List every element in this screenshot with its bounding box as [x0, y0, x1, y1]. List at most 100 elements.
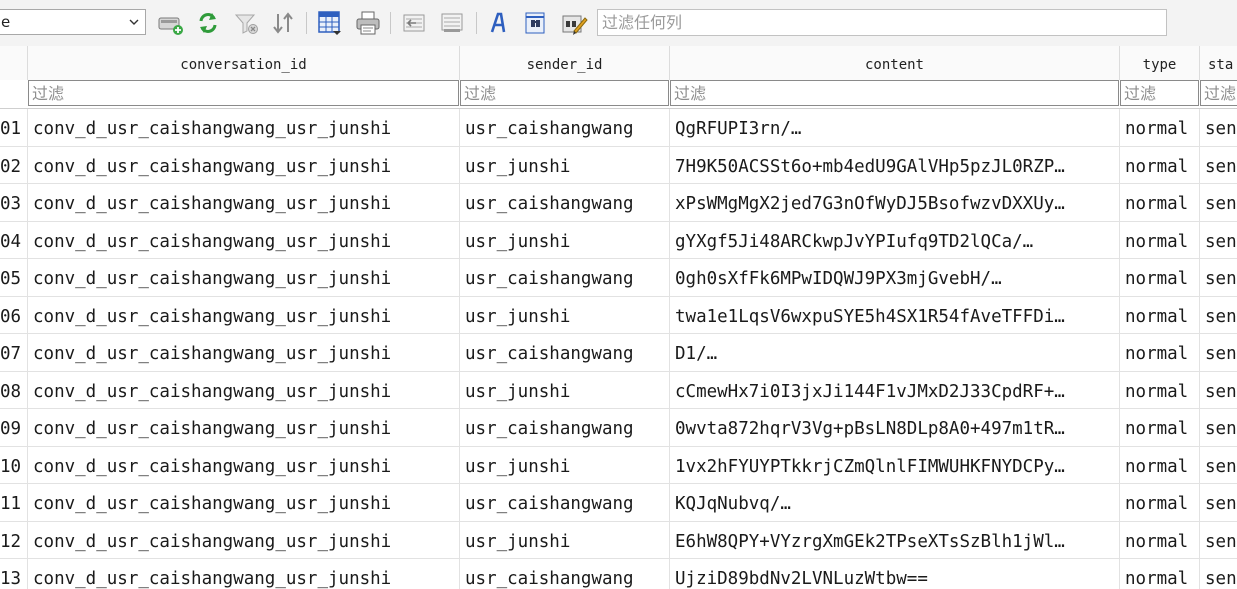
- cell-conversation-id[interactable]: conv_d_usr_caishangwang_usr_junshi: [28, 484, 460, 521]
- table-row[interactable]: 12 conv_d_usr_caishangwang_usr_junshi usr_…: [0, 521, 1237, 559]
- cell-conversation-id[interactable]: conv_d_usr_caishangwang_usr_junshi: [28, 146, 460, 184]
- cell-conversation-id[interactable]: conv_d_usr_caishangwang_usr_junshi: [28, 221, 460, 259]
- cell-type[interactable]: normal: [1120, 521, 1200, 559]
- column-header-content[interactable]: content: [670, 46, 1120, 80]
- insert-record-button[interactable]: [156, 9, 184, 37]
- cell-sender-id[interactable]: usr_caishangwang: [460, 334, 670, 371]
- find-button[interactable]: [522, 9, 550, 37]
- table-row[interactable]: 10 conv_d_usr_caishangwang_usr_junshi usr_…: [0, 446, 1237, 484]
- row-number-cell[interactable]: 10: [0, 446, 28, 484]
- table-row[interactable]: 09 conv_d_usr_caishangwang_usr_junshi usr_…: [0, 409, 1237, 447]
- refresh-button[interactable]: [194, 9, 222, 37]
- cell-status[interactable]: sen: [1200, 409, 1237, 446]
- cell-sender-id[interactable]: usr_junshi: [460, 371, 670, 409]
- cell-type[interactable]: normal: [1120, 446, 1200, 484]
- filter-input-conversation-id[interactable]: [28, 80, 459, 106]
- cell-status[interactable]: sen: [1200, 559, 1237, 589]
- table-row[interactable]: 02 conv_d_usr_caishangwang_usr_junshi usr_…: [0, 146, 1237, 184]
- column-header-conversation-id[interactable]: conversation_id: [28, 46, 460, 80]
- cell-status[interactable]: sen: [1200, 484, 1237, 521]
- table-row[interactable]: 11 conv_d_usr_caishangwang_usr_junshi usr_…: [0, 484, 1237, 522]
- cell-content[interactable]: KQJqNubvq/…: [670, 484, 1120, 521]
- cell-conversation-id[interactable]: conv_d_usr_caishangwang_usr_junshi: [28, 559, 460, 589]
- cell-status[interactable]: sen: [1200, 147, 1237, 184]
- cell-type[interactable]: normal: [1120, 221, 1200, 259]
- cell-conversation-id[interactable]: conv_d_usr_caishangwang_usr_junshi: [28, 371, 460, 409]
- cell-conversation-id[interactable]: conv_d_usr_caishangwang_usr_junshi: [28, 296, 460, 334]
- cell-content[interactable]: 0wvta872hqrV3Vg+pBsLN8DLp8A0+497m1tR…: [670, 409, 1120, 446]
- filter-input-status[interactable]: [1200, 80, 1237, 106]
- table-row[interactable]: 05 conv_d_usr_caishangwang_usr_junshi usr_…: [0, 259, 1237, 297]
- column-header-type[interactable]: type: [1120, 46, 1200, 80]
- filter-input-type[interactable]: [1120, 80, 1199, 106]
- cell-conversation-id[interactable]: conv_d_usr_caishangwang_usr_junshi: [28, 109, 460, 146]
- table-row[interactable]: 04 conv_d_usr_caishangwang_usr_junshi usr_…: [0, 221, 1237, 259]
- cell-content[interactable]: 0gh0sXfFk6MPwIDQWJ9PX3mjGvebH/…: [670, 259, 1120, 296]
- table-row[interactable]: 03 conv_d_usr_caishangwang_usr_junshi usr_…: [0, 184, 1237, 222]
- cell-type[interactable]: normal: [1120, 484, 1200, 521]
- table-select[interactable]: e: [0, 9, 146, 35]
- clear-filters-button[interactable]: [232, 9, 260, 37]
- row-number-cell[interactable]: 13: [0, 559, 28, 589]
- column-header-status[interactable]: sta: [1200, 46, 1237, 80]
- cell-status[interactable]: sen: [1200, 222, 1237, 259]
- table-row[interactable]: 06 conv_d_usr_caishangwang_usr_junshi usr_…: [0, 296, 1237, 334]
- row-number-cell[interactable]: 12: [0, 521, 28, 559]
- sort-button[interactable]: [270, 9, 298, 37]
- cell-type[interactable]: normal: [1120, 259, 1200, 296]
- cell-sender-id[interactable]: usr_junshi: [460, 221, 670, 259]
- cell-status[interactable]: sen: [1200, 334, 1237, 371]
- row-number-cell[interactable]: 02: [0, 146, 28, 184]
- row-number-cell[interactable]: 04: [0, 221, 28, 259]
- cell-content[interactable]: UjziD89bdNv2LVNLuzWtbw==: [670, 559, 1120, 589]
- cell-content[interactable]: 1vx2hFYUYPTkkrjCZmQlnlFIMWUHKFNYDCPy…: [670, 446, 1120, 484]
- cell-status[interactable]: sen: [1200, 297, 1237, 334]
- row-number-cell[interactable]: 11: [0, 484, 28, 521]
- edit-pragmas-button[interactable]: [560, 9, 588, 37]
- cell-sender-id[interactable]: usr_caishangwang: [460, 259, 670, 296]
- cell-status[interactable]: sen: [1200, 109, 1237, 146]
- import-button[interactable]: [438, 9, 466, 37]
- cell-type[interactable]: normal: [1120, 109, 1200, 146]
- cell-status[interactable]: sen: [1200, 259, 1237, 296]
- cell-sender-id[interactable]: usr_caishangwang: [460, 184, 670, 221]
- cell-content[interactable]: cCmewHx7i0I3jxJi144F1vJMxD2J33CpdRF+…: [670, 371, 1120, 409]
- filter-input-sender-id[interactable]: [460, 80, 669, 106]
- row-number-cell[interactable]: 03: [0, 184, 28, 221]
- cell-content[interactable]: 7H9K50ACSSt6o+mb4edU9GAlVHp5pzJL0RZP…: [670, 146, 1120, 184]
- cell-content[interactable]: D1/…: [670, 334, 1120, 371]
- cell-content[interactable]: twa1e1LqsV6wxpuSYE5h4SX1R54fAveTFFDi…: [670, 296, 1120, 334]
- cell-content[interactable]: xPsWMgMgX2jed7G3nOfWyDJ5BsofwzvDXXUy…: [670, 184, 1120, 221]
- cell-sender-id[interactable]: usr_caishangwang: [460, 109, 670, 146]
- cell-type[interactable]: normal: [1120, 559, 1200, 589]
- filter-input-content[interactable]: [670, 80, 1119, 106]
- row-number-cell[interactable]: 08: [0, 371, 28, 409]
- cell-type[interactable]: normal: [1120, 371, 1200, 409]
- save-table-button[interactable]: [316, 9, 344, 37]
- cell-sender-id[interactable]: usr_junshi: [460, 446, 670, 484]
- cell-content[interactable]: gYXgf5Ji48ARCkwpJvYPIufq9TD2lQCa/…: [670, 221, 1120, 259]
- cell-sender-id[interactable]: usr_caishangwang: [460, 559, 670, 589]
- cell-conversation-id[interactable]: conv_d_usr_caishangwang_usr_junshi: [28, 334, 460, 371]
- column-header-sender-id[interactable]: sender_id: [460, 46, 670, 80]
- row-number-cell[interactable]: 05: [0, 259, 28, 296]
- cell-type[interactable]: normal: [1120, 184, 1200, 221]
- cell-conversation-id[interactable]: conv_d_usr_caishangwang_usr_junshi: [28, 446, 460, 484]
- cell-sender-id[interactable]: usr_junshi: [460, 521, 670, 559]
- cell-content[interactable]: QgRFUPI3rn/…: [670, 109, 1120, 146]
- cell-status[interactable]: sen: [1200, 447, 1237, 484]
- font-button[interactable]: [484, 9, 512, 37]
- cell-conversation-id[interactable]: conv_d_usr_caishangwang_usr_junshi: [28, 521, 460, 559]
- cell-status[interactable]: sen: [1200, 184, 1237, 221]
- cell-sender-id[interactable]: usr_caishangwang: [460, 484, 670, 521]
- row-number-cell[interactable]: 09: [0, 409, 28, 446]
- cell-type[interactable]: normal: [1120, 146, 1200, 184]
- table-row[interactable]: 13 conv_d_usr_caishangwang_usr_junshi usr_…: [0, 559, 1237, 589]
- cell-status[interactable]: sen: [1200, 372, 1237, 409]
- cell-type[interactable]: normal: [1120, 296, 1200, 334]
- cell-sender-id[interactable]: usr_junshi: [460, 146, 670, 184]
- print-button[interactable]: [354, 9, 382, 37]
- cell-type[interactable]: normal: [1120, 334, 1200, 371]
- cell-conversation-id[interactable]: conv_d_usr_caishangwang_usr_junshi: [28, 184, 460, 221]
- cell-conversation-id[interactable]: conv_d_usr_caishangwang_usr_junshi: [28, 259, 460, 296]
